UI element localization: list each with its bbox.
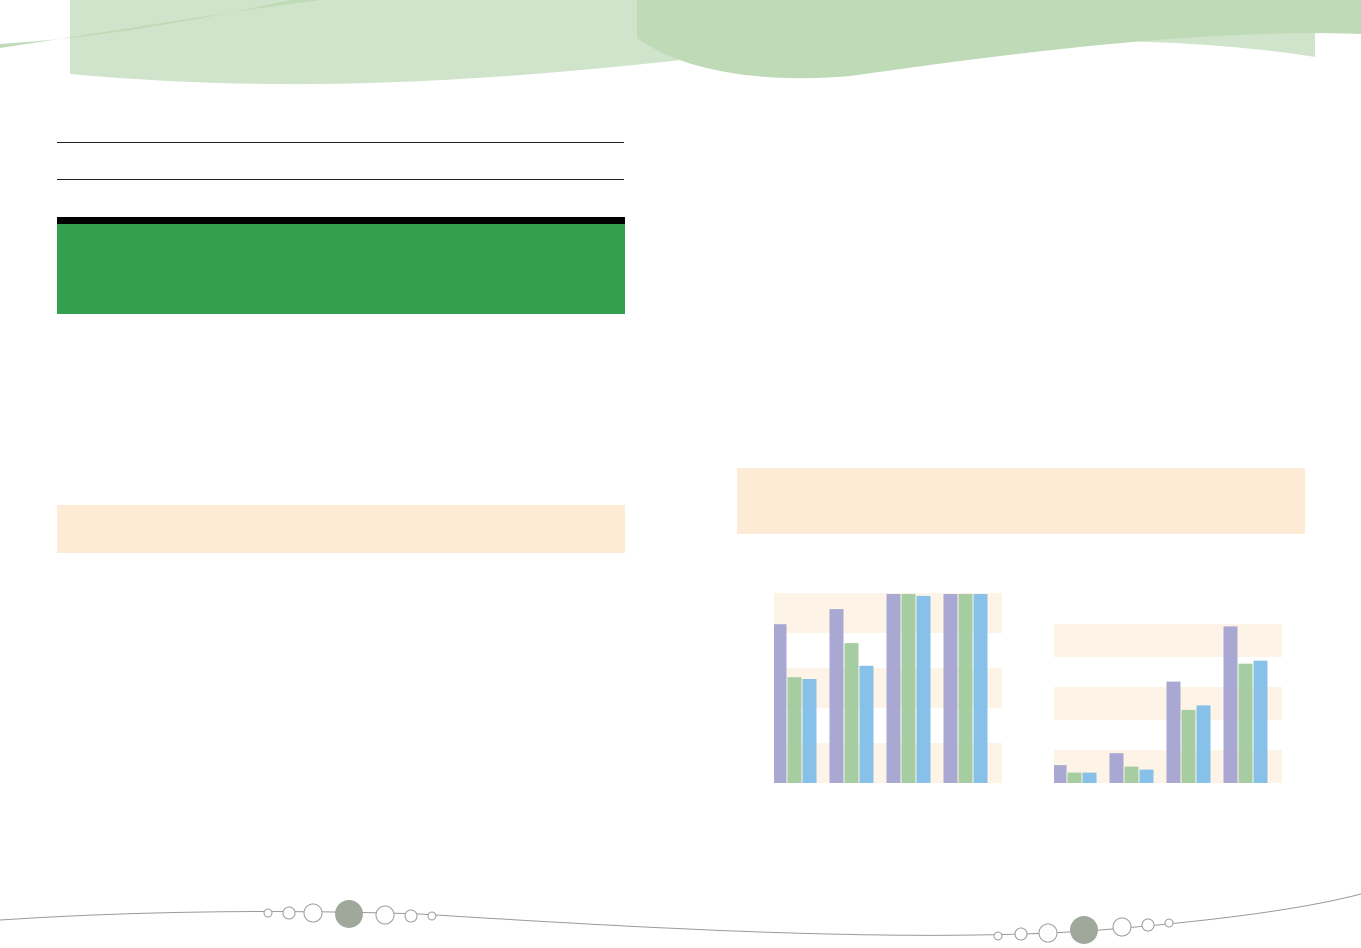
bar-series-3 xyxy=(916,595,931,783)
small-dot-icon xyxy=(263,908,273,918)
bar-series-1 xyxy=(943,594,958,783)
section-header-bar xyxy=(57,217,625,224)
bar-series-2 xyxy=(1181,709,1196,783)
bar-series-2 xyxy=(1238,663,1253,783)
bar-series-1 xyxy=(1223,626,1238,783)
footer-dots-left xyxy=(263,900,437,928)
second-rule xyxy=(57,179,624,180)
footer-wave-line xyxy=(0,893,1361,936)
bar-series-3 xyxy=(1139,769,1154,783)
active-page-dot-icon xyxy=(335,900,363,928)
small-dot-icon xyxy=(303,903,323,923)
bar-series-2 xyxy=(958,594,973,783)
small-dot-icon xyxy=(993,931,1003,941)
small-dot-icon xyxy=(427,911,437,921)
bar-series-2 xyxy=(901,594,916,783)
small-dot-icon xyxy=(282,906,296,920)
section-green-banner xyxy=(57,224,625,314)
bar-series-1 xyxy=(886,594,901,783)
small-dot-icon xyxy=(404,909,418,923)
bar-chart-left xyxy=(774,593,1002,783)
bar-series-3 xyxy=(1253,660,1268,783)
bar-series-2 xyxy=(844,643,859,783)
header-wave-decoration xyxy=(0,0,1361,85)
bar-chart-right xyxy=(1054,624,1282,783)
bar-series-2 xyxy=(1067,772,1082,783)
chart-band xyxy=(1054,624,1282,657)
bar-series-1 xyxy=(1166,681,1181,783)
small-dot-icon xyxy=(1014,927,1028,941)
bar-series-3 xyxy=(1196,705,1211,783)
bar-series-1 xyxy=(829,609,844,783)
small-dot-icon xyxy=(1112,917,1132,937)
bar-series-1 xyxy=(774,624,787,783)
bar-series-2 xyxy=(1124,766,1139,783)
small-dot-icon xyxy=(375,905,395,925)
bar-series-3 xyxy=(859,665,874,783)
footer-wave-decoration xyxy=(0,893,1361,944)
top-rule xyxy=(57,142,624,143)
bar-series-3 xyxy=(1082,772,1097,783)
small-dot-icon xyxy=(1038,923,1058,943)
left-highlight-band xyxy=(57,505,625,553)
bar-series-1 xyxy=(1109,753,1124,783)
small-dot-icon xyxy=(1164,918,1174,928)
small-dot-icon xyxy=(1141,918,1155,932)
bar-series-3 xyxy=(973,594,988,783)
bar-series-1 xyxy=(1054,765,1067,783)
right-highlight-band xyxy=(737,468,1305,534)
footer-dots-right xyxy=(993,916,1174,944)
bar-series-3 xyxy=(802,679,817,783)
bar-series-2 xyxy=(787,677,802,783)
active-page-dot-icon xyxy=(1070,916,1098,944)
